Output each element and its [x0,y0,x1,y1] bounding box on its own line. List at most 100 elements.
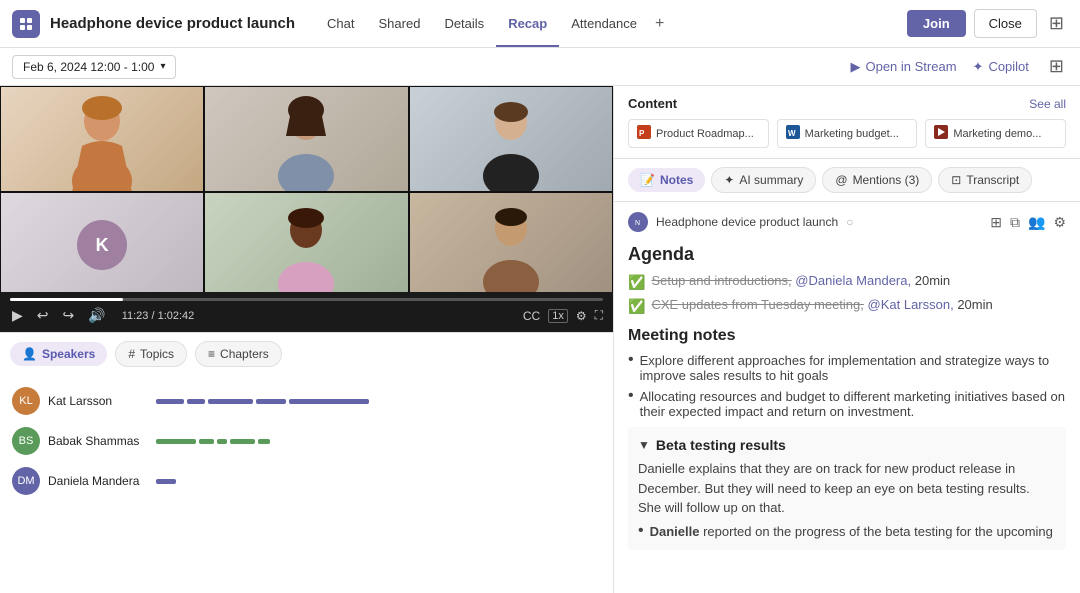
file-item-word[interactable]: W Marketing budget... [777,119,918,148]
avatar-initials: KL [19,395,32,407]
ai-icon: ✦ [724,173,734,187]
meeting-note-1: • Explore different approaches for imple… [628,353,1066,383]
header: Headphone device product launch Chat Sha… [0,0,1080,48]
video-cell-5 [204,192,408,292]
people-icon[interactable]: 👥 [1028,214,1045,231]
list-item: KL Kat Larsson [0,381,613,421]
fullscreen-button[interactable]: ⛶ [595,308,603,323]
settings-icon[interactable]: ⊞ [1045,9,1068,38]
video-icon [934,125,948,142]
speakers-icon: 👤 [22,347,37,361]
transcript-icon: ⊡ [951,173,961,187]
join-button[interactable]: Join [907,10,966,37]
doc-status: ○ [846,215,853,229]
meeting-note-2: • Allocating resources and budget to dif… [628,389,1066,419]
main-layout: K [0,86,1080,593]
meeting-notes-heading: Meeting notes [628,327,1066,345]
close-button[interactable]: Close [974,9,1037,38]
see-all-button[interactable]: See all [1029,97,1066,111]
date-selector[interactable]: Feb 6, 2024 12:00 - 1:00 ▾ [12,55,176,79]
skip-back-button[interactable]: ↩ [35,305,51,326]
speaker-name: Kat Larsson [48,394,148,408]
check-icon: ✅ [628,298,645,315]
collapse-icon[interactable]: ▼ [638,438,650,452]
tab-mentions[interactable]: @ Mentions (3) [822,167,932,193]
settings-icon[interactable]: ⚙ [1053,214,1066,231]
speaker-name: Babak Shammas [48,434,148,448]
speaker-bars [156,439,601,444]
speaker-bars [156,479,601,484]
add-tab-button[interactable]: + [649,1,670,47]
content-section: Content See all P Product Roadmap... W M… [614,86,1080,159]
open-in-stream-button[interactable]: ▶ Open in Stream [850,59,956,75]
left-panel: K [0,86,614,593]
speed-button[interactable]: 1x [548,309,568,323]
tab-transcript[interactable]: ⊡ Transcript [938,167,1032,193]
tab-ai-summary[interactable]: ✦ AI summary [711,167,816,193]
bullet-icon: • [638,522,644,540]
copilot-icon: ✦ [973,59,984,75]
file-item-ppt[interactable]: P Product Roadmap... [628,119,769,148]
file-name: Marketing budget... [805,128,899,140]
list-icon: ≡ [208,347,215,361]
app-icon [12,10,40,38]
notes-content: N Headphone device product launch ○ ⊞ ⧉ … [614,202,1080,593]
file-item-video[interactable]: Marketing demo... [925,119,1066,148]
progress-bar[interactable] [10,298,603,301]
controls-row: ▶ ↩ ↪ 🔊 11:23 / 1:02:42 CC 1x ⚙ ⛶ [10,305,603,326]
speakers-bar: 👤 Speakers # Topics ≡ Chapters [0,332,613,375]
grid-icon[interactable]: ⊞ [990,214,1002,231]
avatar: BS [12,427,40,455]
settings-button[interactable]: ⚙ [576,309,587,323]
meeting-title: Headphone device product launch [50,15,295,32]
tab-details[interactable]: Details [432,2,496,47]
beta-bullet: • Danielle reported on the progress of t… [638,524,1056,540]
volume-button[interactable]: 🔊 [86,305,107,326]
play-button[interactable]: ▶ [10,305,25,326]
copy-icon[interactable]: ⧉ [1010,214,1020,231]
svg-text:W: W [788,129,796,138]
controls-right: CC 1x ⚙ ⛶ [523,308,603,323]
skip-forward-button[interactable]: ↪ [61,305,77,326]
subheader-right: ▶ Open in Stream ✦ Copilot ⊞ [850,52,1068,81]
svg-text:P: P [639,129,645,138]
file-name: Product Roadmap... [656,128,754,140]
agenda-heading: Agenda [628,244,1066,265]
notes-tabs: 📝 Notes ✦ AI summary @ Mentions (3) ⊡ Tr… [614,159,1080,202]
right-panel: Content See all P Product Roadmap... W M… [614,86,1080,593]
beta-section: ▼ Beta testing results Danielle explains… [628,427,1066,550]
speaker-name: Daniela Mandera [48,474,148,488]
list-item: DM Daniela Mandera [0,461,613,501]
bullet-icon: • [628,387,634,405]
video-cell-6 [409,192,613,292]
video-cell-2 [204,86,408,192]
copilot-button[interactable]: ✦ Copilot [973,59,1029,75]
expand-icon[interactable]: ⊞ [1045,52,1068,81]
agenda-item-1: ✅ Setup and introductions, @Daniela Mand… [628,273,1066,291]
doc-actions: ⊞ ⧉ 👥 ⚙ [990,214,1066,231]
avatar: KL [12,387,40,415]
speaker-list: KL Kat Larsson BS Babak Shammas [0,375,613,593]
tab-notes[interactable]: 📝 Notes [628,168,705,192]
list-item: BS Babak Shammas [0,421,613,461]
content-header: Content See all [628,96,1066,111]
tab-chat[interactable]: Chat [315,2,366,47]
notes-doc-header: N Headphone device product launch ○ ⊞ ⧉ … [628,212,1066,232]
tab-shared[interactable]: Shared [367,2,433,47]
header-tabs: Chat Shared Details Recap Attendance + [315,1,907,47]
agenda-text: CXE updates from Tuesday meeting, @Kat L… [651,297,992,312]
tab-attendance[interactable]: Attendance [559,2,649,47]
topics-tab[interactable]: # Topics [115,341,187,367]
bullet-icon: • [628,351,634,369]
beta-title: ▼ Beta testing results [638,437,1056,453]
chapters-tab[interactable]: ≡ Chapters [195,341,282,367]
tab-recap[interactable]: Recap [496,2,559,47]
header-actions: Join Close ⊞ [907,9,1068,38]
check-icon: ✅ [628,274,645,291]
captions-button[interactable]: CC [523,309,540,323]
speakers-tab[interactable]: 👤 Speakers [10,342,107,366]
progress-fill [10,298,123,301]
agenda-text: Setup and introductions, @Daniela Mander… [651,273,950,288]
speaker-bars [156,399,601,404]
mention-icon: @ [835,173,847,187]
